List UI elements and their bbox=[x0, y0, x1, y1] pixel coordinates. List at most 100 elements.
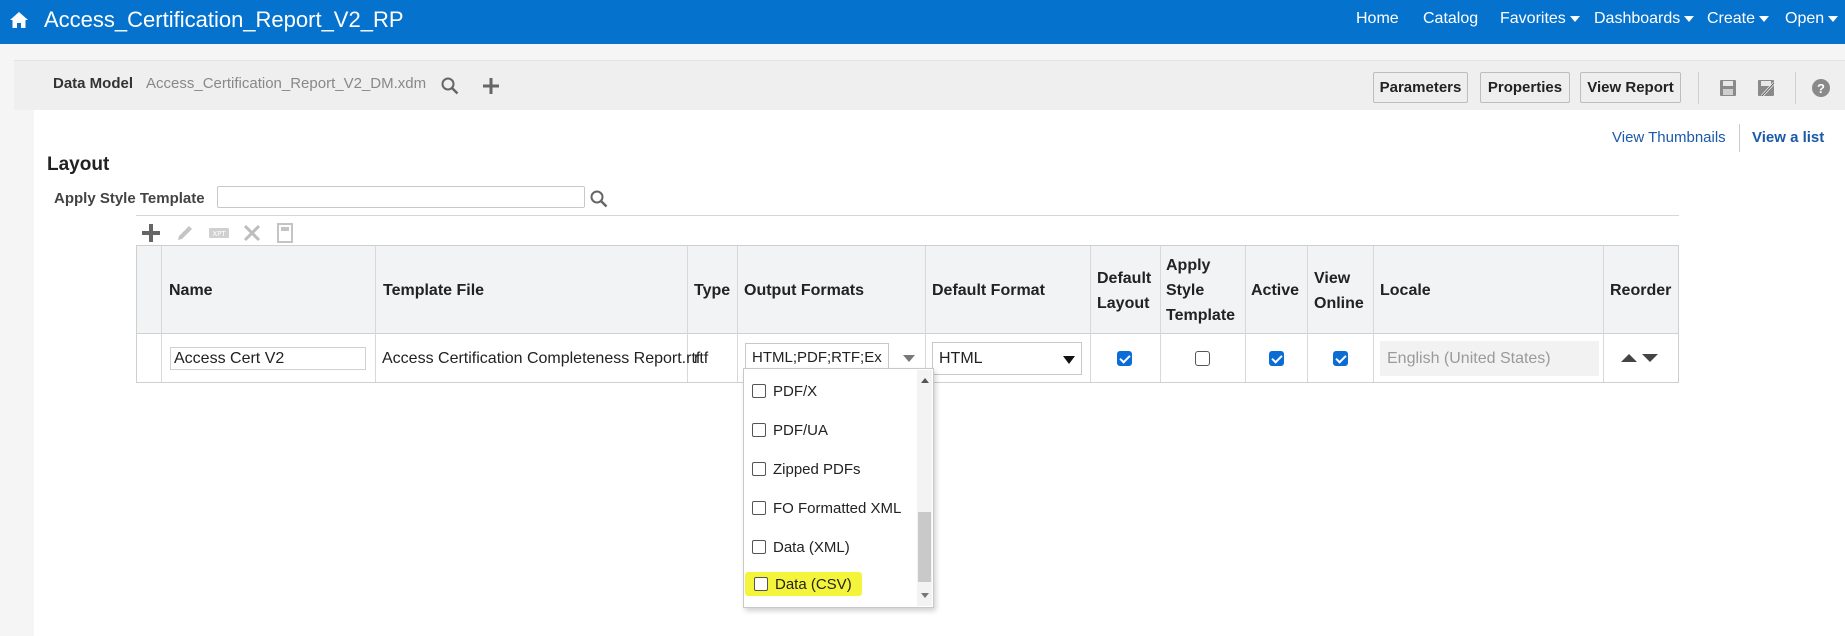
col-output-formats-header[interactable]: Output Formats bbox=[744, 278, 864, 303]
nav-dashboards[interactable]: Dashboards bbox=[1594, 10, 1695, 28]
data-model-label: Data Model bbox=[53, 75, 134, 92]
column-divider bbox=[1090, 246, 1091, 382]
column-divider bbox=[737, 246, 738, 382]
active-checkbox[interactable] bbox=[1269, 351, 1284, 366]
divider bbox=[136, 215, 1679, 216]
edit-icon[interactable] bbox=[174, 222, 196, 244]
header-line: Default bbox=[1097, 270, 1152, 287]
table-header-row bbox=[137, 246, 1678, 334]
save-as-icon[interactable] bbox=[1756, 78, 1776, 98]
column-divider bbox=[1307, 246, 1308, 382]
apply-style-template-checkbox[interactable] bbox=[1195, 351, 1210, 366]
home-icon[interactable] bbox=[9, 11, 29, 29]
type-cell: rtf bbox=[694, 350, 709, 367]
header-line: View bbox=[1314, 270, 1351, 287]
search-icon[interactable] bbox=[589, 189, 609, 209]
chevron-down-icon bbox=[1063, 356, 1075, 364]
layout-heading: Layout bbox=[47, 154, 110, 175]
chevron-down-icon[interactable] bbox=[903, 355, 915, 362]
delete-icon[interactable] bbox=[241, 222, 263, 244]
output-formats-dropdown: PDF/X PDF/UA Zipped PDFs FO Formatted XM… bbox=[743, 368, 934, 608]
col-view-online-header[interactable]: View Online bbox=[1314, 266, 1364, 316]
scroll-down-icon[interactable] bbox=[921, 593, 929, 598]
view-list-link[interactable]: View a list bbox=[1752, 129, 1824, 146]
column-divider bbox=[1160, 246, 1161, 382]
toolbar-divider bbox=[1698, 72, 1699, 104]
option-label: Data (CSV) bbox=[775, 575, 852, 593]
view-report-button[interactable]: View Report bbox=[1580, 72, 1681, 103]
option-checkbox[interactable] bbox=[752, 384, 766, 398]
view-online-checkbox[interactable] bbox=[1333, 351, 1348, 366]
app-title: Access_Certification_Report_V2_RP bbox=[44, 7, 404, 32]
output-format-option-pdfx[interactable]: PDF/X bbox=[752, 379, 817, 403]
apply-style-template-input[interactable] bbox=[217, 186, 585, 208]
default-layout-checkbox[interactable] bbox=[1117, 351, 1132, 366]
option-checkbox[interactable] bbox=[752, 423, 766, 437]
col-apply-style-template-header[interactable]: Apply Style Template bbox=[1166, 253, 1235, 328]
option-label: Data (XML) bbox=[773, 538, 850, 556]
nav-favorites[interactable]: Favorites bbox=[1500, 10, 1580, 28]
column-divider bbox=[1603, 246, 1604, 382]
chevron-down-icon bbox=[1828, 15, 1839, 22]
svg-text:?: ? bbox=[1817, 81, 1825, 96]
view-thumbnails-link[interactable]: View Thumbnails bbox=[1612, 129, 1726, 146]
data-model-file: Access_Certification_Report_V2_DM.xdm bbox=[146, 75, 427, 92]
output-format-option-data-xml[interactable]: Data (XML) bbox=[752, 535, 850, 559]
col-reorder-header[interactable]: Reorder bbox=[1610, 278, 1671, 303]
move-up-icon[interactable] bbox=[1621, 354, 1637, 362]
col-default-format-header[interactable]: Default Format bbox=[932, 278, 1045, 303]
parameters-button[interactable]: Parameters bbox=[1373, 72, 1468, 103]
apply-style-template-label: Apply Style Template bbox=[54, 190, 205, 207]
save-icon[interactable] bbox=[1718, 78, 1738, 98]
output-format-option-zipped-pdfs[interactable]: Zipped PDFs bbox=[752, 457, 861, 481]
col-active-header[interactable]: Active bbox=[1251, 278, 1299, 303]
chevron-down-icon bbox=[1569, 15, 1580, 22]
header-line: Online bbox=[1314, 295, 1364, 312]
nav-home[interactable]: Home bbox=[1356, 10, 1399, 28]
option-checkbox[interactable] bbox=[754, 577, 768, 591]
default-format-select[interactable]: HTML bbox=[932, 342, 1082, 375]
col-type-header[interactable]: Type bbox=[694, 278, 730, 303]
header-line: Style bbox=[1166, 282, 1205, 299]
col-locale-header[interactable]: Locale bbox=[1380, 278, 1431, 303]
move-down-icon[interactable] bbox=[1642, 354, 1658, 362]
col-name-header[interactable]: Name bbox=[169, 278, 213, 303]
output-format-option-pdfua[interactable]: PDF/UA bbox=[752, 418, 828, 442]
properties-button[interactable]: Properties bbox=[1480, 72, 1570, 103]
add-layout-icon[interactable] bbox=[140, 222, 162, 244]
column-divider bbox=[925, 246, 926, 382]
option-checkbox[interactable] bbox=[752, 462, 766, 476]
option-checkbox[interactable] bbox=[752, 501, 766, 515]
add-icon[interactable] bbox=[481, 76, 501, 96]
scroll-up-icon[interactable] bbox=[921, 378, 929, 383]
toolbar-divider bbox=[1795, 72, 1796, 104]
option-label: FO Formatted XML bbox=[773, 499, 902, 517]
template-file-cell: Access Certification Completeness Report… bbox=[382, 350, 701, 367]
col-default-layout-header[interactable]: Default Layout bbox=[1097, 266, 1151, 316]
chevron-down-icon bbox=[1684, 15, 1695, 22]
layouts-table: Name Template File Type Output Formats D… bbox=[136, 245, 1679, 383]
nav-create[interactable]: Create bbox=[1707, 10, 1770, 28]
header-line: Apply bbox=[1166, 257, 1211, 274]
xpt-icon[interactable]: XPT bbox=[208, 222, 230, 244]
output-format-option-fo-xml[interactable]: FO Formatted XML bbox=[752, 496, 901, 520]
svg-text:XPT: XPT bbox=[212, 230, 226, 238]
nav-catalog[interactable]: Catalog bbox=[1423, 10, 1478, 28]
help-icon[interactable]: ? bbox=[1811, 78, 1831, 98]
search-icon[interactable] bbox=[440, 76, 460, 96]
top-bar: Access_Certification_Report_V2_RP Home C… bbox=[0, 0, 1845, 44]
column-divider bbox=[161, 246, 162, 382]
link-divider bbox=[1739, 124, 1740, 152]
col-template-file-header[interactable]: Template File bbox=[383, 278, 484, 303]
default-format-value: HTML bbox=[939, 350, 983, 367]
column-divider bbox=[1373, 246, 1374, 382]
layout-name-input[interactable]: Access Cert V2 bbox=[170, 347, 366, 370]
scrollbar-thumb[interactable] bbox=[918, 512, 931, 582]
option-checkbox[interactable] bbox=[752, 540, 766, 554]
output-format-option-data-csv[interactable]: Data (CSV) bbox=[745, 572, 862, 596]
locale-select[interactable]: English (United States) bbox=[1380, 341, 1599, 376]
nav-open[interactable]: Open bbox=[1785, 10, 1839, 28]
chevron-down-icon bbox=[1759, 15, 1770, 22]
option-label: Zipped PDFs bbox=[773, 460, 861, 478]
save-layout-icon[interactable] bbox=[274, 222, 296, 244]
